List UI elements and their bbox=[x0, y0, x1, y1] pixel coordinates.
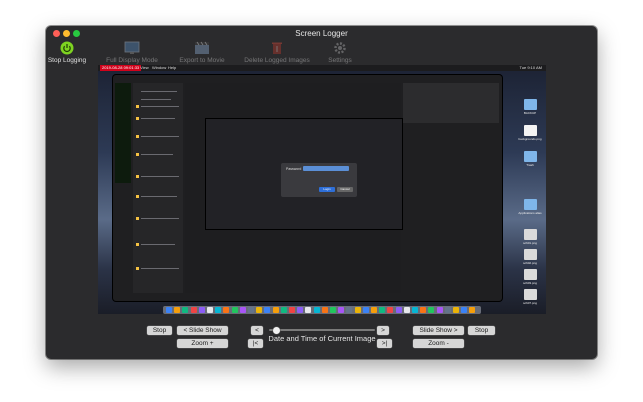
last-image-button[interactable]: >| bbox=[377, 339, 392, 348]
clapperboard-icon bbox=[174, 41, 230, 55]
captured-terminal bbox=[115, 83, 131, 183]
dock-app-icon bbox=[371, 307, 377, 313]
window-title: Screen Logger bbox=[295, 29, 348, 38]
menu-window: Window bbox=[152, 65, 167, 70]
dock-app-icon bbox=[321, 307, 328, 313]
image-file-icon bbox=[523, 229, 537, 240]
stop-slideshow-left-button[interactable]: Stop bbox=[147, 326, 172, 335]
toolbar: Stop Logging Full Display Mode Export to… bbox=[46, 41, 597, 65]
slideshow-backward-button[interactable]: < Slide Show bbox=[177, 326, 228, 335]
captured-dock bbox=[163, 306, 481, 314]
folder-icon bbox=[523, 99, 537, 110]
delete-logged-images-button[interactable]: Delete Logged Images bbox=[242, 41, 312, 65]
stop-logging-button[interactable]: Stop Logging bbox=[46, 41, 88, 65]
dock-app-icon bbox=[461, 307, 468, 313]
folder-icon bbox=[523, 199, 537, 210]
gear-icon bbox=[322, 41, 358, 55]
dock-app-icon bbox=[379, 307, 386, 313]
dock-app-icon bbox=[256, 307, 263, 313]
dock-app-icon bbox=[346, 307, 353, 313]
desktop-icon: Trash bbox=[518, 151, 542, 167]
dock-app-icon bbox=[403, 307, 410, 313]
desktop-icon: backgrounds.png bbox=[518, 125, 542, 141]
menu-view: View bbox=[140, 65, 149, 70]
dock-app-icon bbox=[387, 307, 394, 313]
capture-timestamp: 2019-08-28 09:01:33 bbox=[100, 65, 142, 71]
screen-logger-window: Screen Logger Stop Logging Full Display … bbox=[46, 26, 597, 359]
captured-password-dialog: Password Login Cancel bbox=[281, 163, 357, 197]
settings-button[interactable]: Settings bbox=[322, 41, 358, 65]
image-file-icon bbox=[523, 249, 537, 260]
title-bar: Screen Logger bbox=[46, 26, 597, 41]
dock-app-icon bbox=[215, 307, 222, 313]
timeline-slider-knob[interactable] bbox=[272, 326, 280, 334]
desktop-icon: sch02.png bbox=[518, 249, 542, 265]
dock-app-icon bbox=[280, 307, 287, 313]
dock-app-icon bbox=[436, 307, 443, 313]
dock-app-icon bbox=[223, 307, 230, 313]
zoom-in-button[interactable]: Zoom + bbox=[177, 339, 228, 348]
display-icon bbox=[96, 41, 168, 55]
folder-icon bbox=[523, 151, 537, 162]
dock-app-icon bbox=[239, 307, 246, 313]
menu-help: Help bbox=[168, 65, 177, 70]
dock-app-icon bbox=[313, 307, 320, 313]
dock-app-icon bbox=[469, 307, 476, 313]
captured-menubar: 2019-08-28 09:01:33 View Window Help Tue… bbox=[98, 65, 546, 71]
next-image-button[interactable]: > bbox=[377, 326, 389, 335]
dock-app-icon bbox=[174, 307, 181, 313]
desktop-icon: sch01.png bbox=[518, 229, 542, 245]
dock-app-icon bbox=[297, 307, 304, 313]
image-file-icon bbox=[523, 125, 537, 136]
full-display-mode-button[interactable]: Full Display Mode bbox=[96, 41, 168, 65]
timeline-slider[interactable] bbox=[269, 326, 375, 334]
close-window-button[interactable] bbox=[53, 30, 60, 37]
dock-app-icon bbox=[412, 307, 418, 313]
dock-app-icon bbox=[289, 307, 295, 313]
dock-app-icon bbox=[395, 307, 402, 313]
dock-app-icon bbox=[272, 307, 279, 313]
trash-icon bbox=[242, 41, 312, 55]
dock-app-icon bbox=[207, 307, 213, 313]
captured-inspector bbox=[403, 83, 499, 123]
image-file-icon bbox=[523, 289, 537, 300]
dock-app-icon bbox=[305, 307, 312, 313]
desktop-icon: BACKUP bbox=[518, 99, 542, 115]
dock-app-icon bbox=[182, 307, 189, 313]
desktop-icon: Applications alias bbox=[518, 199, 542, 215]
dock-app-icon bbox=[428, 307, 435, 313]
desktop-icon: sch03.png bbox=[518, 269, 542, 285]
image-file-icon bbox=[523, 269, 537, 280]
dock-app-icon bbox=[248, 307, 254, 313]
dock-app-icon bbox=[354, 307, 361, 313]
export-to-movie-button[interactable]: Export to Movie bbox=[174, 41, 230, 65]
power-icon bbox=[46, 41, 88, 55]
current-image-date-label: Date and Time of Current Image bbox=[268, 334, 376, 343]
zoom-out-button[interactable]: Zoom - bbox=[413, 339, 464, 348]
slideshow-forward-button[interactable]: Slide Show > bbox=[413, 326, 464, 335]
dock-app-icon bbox=[166, 307, 172, 313]
zoom-window-button[interactable] bbox=[73, 30, 80, 37]
minimize-window-button[interactable] bbox=[63, 30, 70, 37]
dock-app-icon bbox=[190, 307, 197, 313]
dock-app-icon bbox=[231, 307, 238, 313]
captured-issue-navigator bbox=[133, 83, 183, 293]
dock-app-icon bbox=[338, 307, 345, 313]
dock-app-icon bbox=[330, 307, 336, 313]
screenshot-viewer[interactable]: 2019-08-28 09:01:33 View Window Help Tue… bbox=[98, 65, 546, 314]
dock-app-icon bbox=[198, 307, 205, 313]
previous-image-button[interactable]: < bbox=[251, 326, 263, 335]
dock-app-icon bbox=[453, 307, 459, 313]
dock-app-icon bbox=[420, 307, 427, 313]
dock-app-icon bbox=[264, 307, 271, 313]
dock-app-icon bbox=[444, 307, 451, 313]
desktop-icon: sch07.png bbox=[518, 289, 542, 305]
dock-app-icon bbox=[362, 307, 369, 313]
first-image-button[interactable]: |< bbox=[248, 339, 263, 348]
captured-clock: Tue 9:10 AM bbox=[519, 65, 542, 70]
stop-slideshow-right-button[interactable]: Stop bbox=[468, 326, 495, 335]
